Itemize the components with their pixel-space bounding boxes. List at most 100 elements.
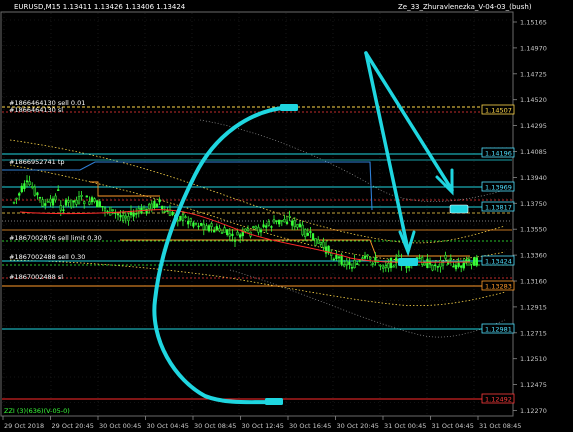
- candle-body: [397, 254, 400, 257]
- candle-body: [460, 265, 463, 268]
- candle-body: [33, 186, 36, 196]
- candle-body: [418, 257, 421, 260]
- orange-box-line: [120, 239, 470, 257]
- candle-body: [194, 222, 198, 225]
- candle-body: [49, 198, 52, 203]
- time-axis-label: 29 Oct 20:45: [52, 422, 94, 430]
- time-axis-label: 31 Oct 04:45: [432, 422, 474, 430]
- order-label[interactable]: #1867002876 sell limit 0.30: [9, 234, 102, 242]
- indicator-footer-text: ZZI (3)(636)(V-05-0): [4, 407, 70, 415]
- order-label[interactable]: #1867002488 sell 0.30: [9, 253, 85, 261]
- candle-body: [116, 213, 120, 216]
- order-label[interactable]: #1867002488 sl: [9, 273, 63, 281]
- candle-body: [244, 228, 247, 232]
- candle-body: [431, 264, 434, 271]
- candle-body: [454, 265, 458, 270]
- candle-body: [187, 220, 190, 225]
- candle-body: [353, 260, 356, 269]
- order-label[interactable]: #1866464130 sl: [9, 106, 63, 114]
- candle-body: [223, 227, 226, 233]
- candle-body: [293, 220, 296, 228]
- candle-body: [197, 225, 200, 228]
- drawn-marker-bottom: [265, 398, 283, 405]
- candle-body: [210, 223, 213, 227]
- candle-body: [31, 186, 34, 188]
- candle-body: [369, 257, 372, 260]
- candle-body: [25, 180, 29, 183]
- level-price-tag-text: 1.14196: [485, 150, 512, 158]
- price-axis-label: 1.13360: [520, 252, 547, 260]
- candle-body: [54, 195, 57, 201]
- candle-body: [155, 203, 159, 208]
- candle-body: [265, 225, 268, 228]
- candle-body: [272, 219, 276, 224]
- candle-body: [83, 201, 86, 205]
- candle-body: [75, 199, 78, 205]
- candle-body: [67, 200, 70, 203]
- price-axis-label: 1.14520: [520, 96, 547, 104]
- candle-body: [371, 262, 374, 265]
- level-price-tag-text: 1.13283: [485, 283, 512, 291]
- drawn-marker-top: [280, 104, 298, 111]
- price-axis-label: 1.13160: [520, 278, 547, 286]
- candle-body: [434, 264, 437, 267]
- candle-body: [145, 208, 148, 214]
- candle-body: [153, 200, 156, 209]
- price-axis-label: 1.14295: [520, 122, 547, 130]
- candle-body: [288, 215, 291, 218]
- candle-body: [98, 201, 101, 208]
- price-axis-label: 1.13550: [520, 226, 547, 234]
- candle-body: [457, 262, 460, 267]
- candle-body: [215, 226, 218, 230]
- candle-body: [90, 197, 94, 203]
- time-axis-label: 31 Oct 08:45: [479, 422, 521, 430]
- grey-channel-lower-line: [229, 269, 506, 338]
- order-label[interactable]: #1866952741 tp: [9, 158, 65, 166]
- drawn-arc-annotation: [152, 105, 292, 405]
- candle-body: [150, 203, 153, 211]
- candle-body: [254, 225, 257, 229]
- candle-body: [444, 255, 447, 259]
- candle-body: [64, 199, 68, 206]
- candle-body: [436, 266, 439, 268]
- candle-body: [384, 265, 387, 268]
- candle-body: [285, 221, 289, 224]
- candle-body: [226, 229, 229, 235]
- candle-body: [306, 232, 309, 236]
- candle-body: [38, 196, 42, 199]
- candle-body: [270, 226, 273, 228]
- candle-body: [93, 198, 96, 202]
- candle-body: [148, 203, 151, 210]
- candle-body: [319, 241, 322, 245]
- candle-body: [36, 192, 39, 196]
- candle-body: [44, 203, 47, 206]
- time-axis-label: 30 Oct 04:45: [147, 422, 189, 430]
- time-axis-label: 29 Oct 2018: [4, 422, 44, 430]
- candle-body: [309, 231, 312, 233]
- price-chart[interactable]: #1866464130 sell 0.01#1866464130 sl#1866…: [0, 0, 573, 432]
- candle-body: [213, 229, 216, 233]
- candle-body: [441, 262, 445, 266]
- candle-body: [426, 258, 429, 269]
- candle-body: [283, 218, 286, 223]
- candle-body: [109, 206, 112, 216]
- candle-body: [324, 246, 328, 254]
- candle-body: [332, 258, 335, 261]
- price-axis-label: 1.12715: [520, 329, 547, 337]
- candle-body: [311, 233, 315, 241]
- candle-body: [80, 194, 83, 197]
- candle-body: [473, 257, 476, 266]
- candle-body: [361, 257, 364, 260]
- candle-body: [335, 254, 338, 260]
- candle-body: [278, 219, 281, 225]
- candle-body: [470, 262, 473, 265]
- candle-body: [189, 218, 192, 222]
- candle-body: [301, 224, 304, 236]
- candle-body: [62, 209, 65, 211]
- candle-body: [236, 231, 239, 236]
- candle-body: [275, 220, 278, 222]
- candle-body: [231, 233, 234, 236]
- candle-body: [259, 229, 263, 233]
- candle-body: [202, 223, 205, 230]
- candle-body: [77, 196, 81, 204]
